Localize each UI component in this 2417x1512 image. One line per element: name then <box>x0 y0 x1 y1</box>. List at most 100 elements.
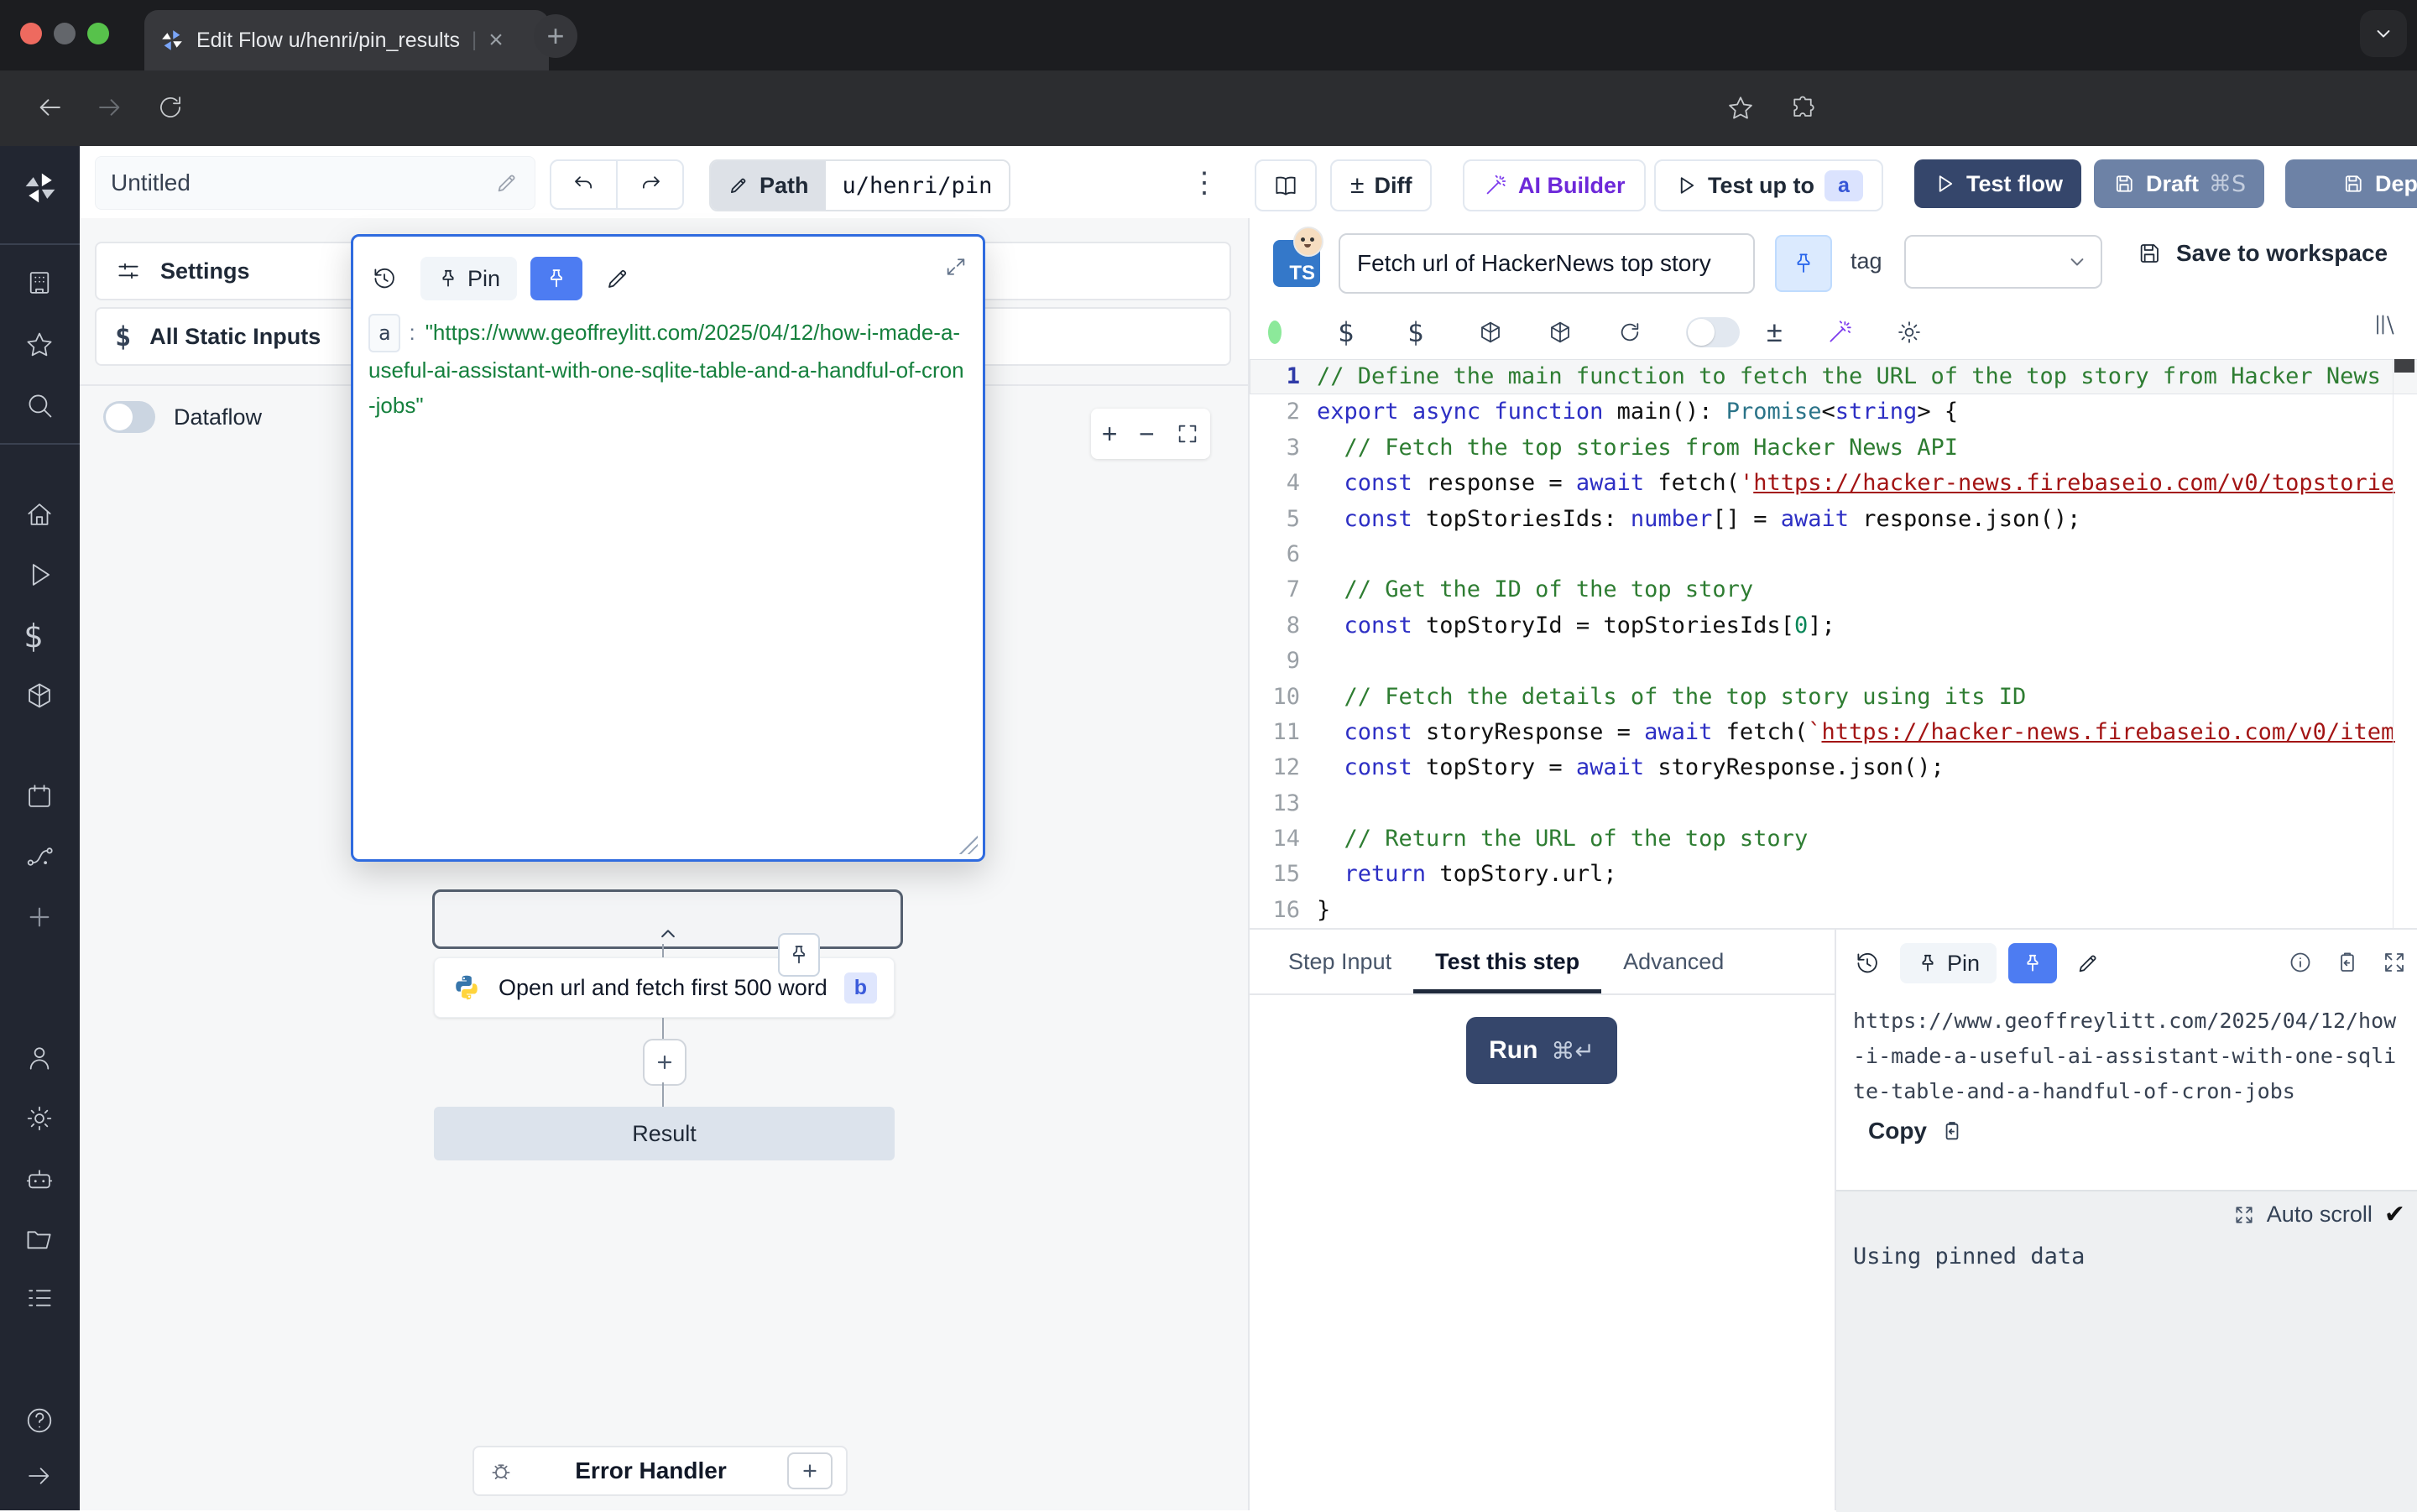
insert-step-button[interactable] <box>643 1039 686 1086</box>
step-pin-button[interactable] <box>1775 235 1832 292</box>
editor-scrollbar-thumb[interactable] <box>2394 359 2414 373</box>
code-line[interactable]: 12 const topStory = await storyResponse.… <box>1250 750 2417 785</box>
code-line[interactable]: 11 const storyResponse = await fetch(`ht… <box>1250 715 2417 750</box>
fit-view-icon[interactable] <box>1176 422 1199 446</box>
code-line[interactable]: 13 <box>1250 786 2417 821</box>
windmill-logo[interactable] <box>22 169 59 206</box>
sidebar-item-audit-logs[interactable] <box>23 1282 55 1314</box>
collapse-chevron-icon[interactable] <box>655 921 681 946</box>
window-minimize-button[interactable] <box>54 23 76 44</box>
dataflow-toggle[interactable] <box>103 401 155 433</box>
flow-step-node[interactable]: Open url and fetch first 500 words of ..… <box>434 957 895 1018</box>
diff-mode-button[interactable]: ± <box>1767 316 1825 349</box>
tab-close-icon[interactable]: × <box>488 28 504 53</box>
edit-pencil-icon[interactable] <box>494 170 519 196</box>
code-line[interactable]: 5 const topStoriesIds: number[] = await … <box>1250 502 2417 537</box>
code-line[interactable]: 16} <box>1250 893 2417 928</box>
pinned-arg-value[interactable]: a:"https://www.geoffreylitt.com/2025/04/… <box>368 314 964 423</box>
ai-builder-button[interactable]: AI Builder <box>1463 159 1646 211</box>
forward-button[interactable] <box>94 91 126 123</box>
history-icon[interactable] <box>370 264 399 293</box>
more-options-button[interactable]: ⋮ <box>1186 161 1223 205</box>
ai-assist-button[interactable] <box>1825 318 1895 347</box>
expand-output-icon[interactable] <box>2382 950 2407 975</box>
flow-result-node[interactable]: Result <box>434 1107 895 1160</box>
step-title-input[interactable]: Fetch url of HackerNews top story <box>1339 233 1755 294</box>
info-icon[interactable] <box>2288 950 2313 975</box>
code-line[interactable]: 6 <box>1250 537 2417 572</box>
extensions-icon[interactable] <box>1788 93 1818 123</box>
variables-button[interactable]: $ <box>1338 316 1407 348</box>
sidebar-item-users[interactable] <box>23 1042 55 1074</box>
popup-expand-icon[interactable] <box>944 255 968 279</box>
flow-name-input[interactable]: Untitled <box>95 156 535 210</box>
code-line[interactable]: 4 const response = await fetch('https://… <box>1250 466 2417 501</box>
zoom-in-button[interactable]: + <box>1102 419 1118 450</box>
bookmark-star-icon[interactable] <box>1725 93 1756 123</box>
browser-tab[interactable]: Edit Flow u/henri/pin_results | × <box>144 10 549 70</box>
sidebar-item-variables[interactable]: $ <box>23 618 43 654</box>
code-line[interactable]: 3 // Fetch the top stories from Hacker N… <box>1250 430 2417 466</box>
draft-button[interactable]: Draft ⌘S <box>2094 159 2264 208</box>
popup-resize-handle[interactable] <box>959 836 978 854</box>
code-line[interactable]: 8 const topStoryId = topStoriesIds[0]; <box>1250 608 2417 644</box>
undo-button[interactable] <box>551 161 618 208</box>
sidebar-item-schedules[interactable] <box>23 780 55 812</box>
test-flow-button[interactable]: Test flow <box>1914 159 2081 208</box>
sidebar-item-favorites[interactable] <box>23 329 55 361</box>
zoom-out-button[interactable]: − <box>1139 419 1155 450</box>
tab-advanced[interactable]: Advanced <box>1601 930 1746 993</box>
edit-pencil-icon[interactable] <box>604 265 631 292</box>
sidebar-item-runs[interactable] <box>23 559 55 591</box>
new-tab-button[interactable]: + <box>534 14 577 58</box>
pin-tab[interactable]: Pin <box>420 257 517 300</box>
code-line[interactable]: 7 // Get the ID of the top story <box>1250 572 2417 607</box>
code-line[interactable]: 14 // Return the URL of the top story <box>1250 821 2417 857</box>
auto-scroll-control[interactable]: Auto scroll ✔ <box>2233 1200 2405 1229</box>
code-line[interactable]: 15 return topStory.url; <box>1250 857 2417 892</box>
code-line[interactable]: 9 <box>1250 644 2417 679</box>
editor-settings-button[interactable] <box>1895 318 1965 347</box>
sidebar-item-settings[interactable] <box>23 1103 55 1134</box>
sidebar-item-home[interactable] <box>23 498 55 530</box>
library-icon[interactable] <box>2372 310 2400 339</box>
run-button[interactable]: Run ⌘↵ <box>1466 1017 1617 1084</box>
sidebar-item-help[interactable] <box>23 1405 55 1436</box>
expand-log-icon[interactable] <box>2233 1204 2255 1226</box>
sidebar-item-folders[interactable] <box>23 1223 55 1255</box>
tab-test-this-step[interactable]: Test this step <box>1413 930 1601 993</box>
sidebar-item-search[interactable] <box>23 389 55 421</box>
error-handler-node[interactable]: Error Handler <box>472 1446 848 1496</box>
package-button[interactable] <box>1477 319 1547 346</box>
sidebar-item-workspace[interactable] <box>23 267 55 299</box>
path-editor[interactable]: Path u/henri/pin <box>709 159 1010 211</box>
sidebar-item-workers[interactable] <box>23 1163 55 1195</box>
copy-json-icon[interactable] <box>2335 950 2360 975</box>
sidebar-item-triggers[interactable] <box>23 841 55 873</box>
pin-active-button[interactable] <box>2008 943 2057 983</box>
test-up-to-button[interactable]: Test up to a <box>1654 159 1883 211</box>
save-to-workspace-button[interactable]: Save to workspace <box>2136 240 2388 267</box>
tag-select[interactable] <box>1904 235 2102 289</box>
resources-button[interactable]: $ <box>1407 316 1477 348</box>
code-line[interactable]: 2export async function main(): Promise<s… <box>1250 394 2417 430</box>
flow-input-node[interactable] <box>432 889 903 949</box>
pin-active-button[interactable] <box>530 257 582 300</box>
sidebar-collapse-icon[interactable] <box>23 1460 55 1492</box>
tab-search-button[interactable] <box>2360 10 2407 57</box>
deploy-button[interactable]: Deploy <box>2285 159 2417 208</box>
node-pin-badge[interactable] <box>778 933 820 977</box>
reload-deps-button[interactable] <box>1616 319 1686 346</box>
redo-button[interactable] <box>618 161 682 208</box>
diff-button[interactable]: ± Diff <box>1330 159 1432 211</box>
pin-tab[interactable]: Pin <box>1900 943 1997 983</box>
code-line[interactable]: 10 // Fetch the details of the top story… <box>1250 680 2417 715</box>
code-line[interactable]: 1// Define the main function to fetch th… <box>1250 359 2417 394</box>
sidebar-item-create[interactable] <box>23 901 55 933</box>
package-button[interactable] <box>1547 319 1616 346</box>
path-label-chip[interactable]: Path <box>711 161 826 210</box>
test-up-to-step-chip[interactable]: a <box>1824 170 1863 201</box>
editor-toggle[interactable] <box>1686 317 1767 347</box>
tab-step-input[interactable]: Step Input <box>1266 930 1413 993</box>
output-result-value[interactable]: https://www.geoffreylitt.com/2025/04/12/… <box>1853 1004 2399 1109</box>
